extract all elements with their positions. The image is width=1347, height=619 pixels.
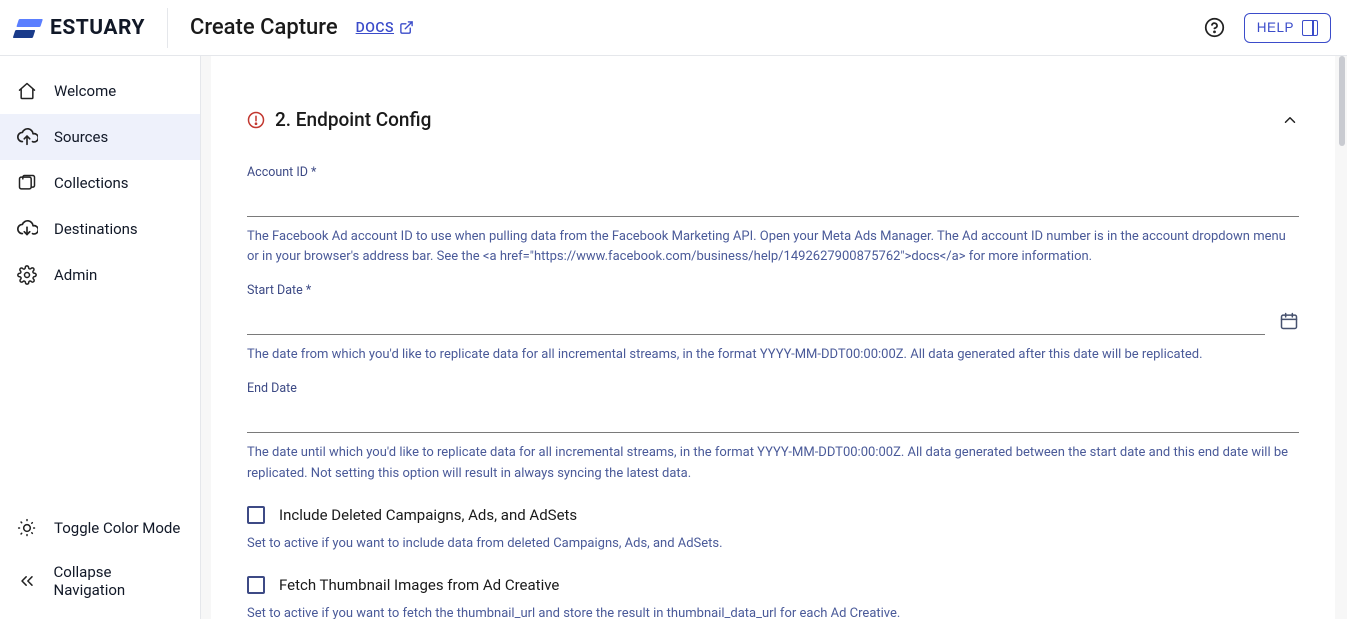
sidebar-item-label: Welcome [54,82,116,100]
include-deleted-checkbox[interactable] [247,506,265,524]
sidebar-item-admin[interactable]: Admin [0,252,200,298]
sidebar-item-destinations[interactable]: Destinations [0,206,200,252]
account-id-label: Account ID * [247,165,1299,180]
start-date-picker-button[interactable] [1279,311,1299,335]
include-deleted-help: Set to active if you want to include dat… [247,534,1299,554]
upload-cloud-icon [16,126,38,148]
help-icon-button[interactable] [1204,17,1226,39]
sidebar-item-sources[interactable]: Sources [0,114,200,160]
home-icon [16,80,38,102]
sun-icon [16,517,38,539]
scrollbar[interactable] [1339,56,1345,146]
sidebar-item-label: Destinations [54,220,138,238]
account-id-input[interactable] [247,190,1299,217]
alert-circle-icon [247,111,265,129]
end-date-help: The date until which you'd like to repli… [247,443,1299,483]
help-panel-button[interactable]: HELP [1244,13,1331,43]
sidebar-item-label: Sources [54,128,108,146]
content-card: 2. Endpoint Config Account ID * The Face… [211,56,1335,619]
logo-mark-icon [12,15,46,41]
sidebar-item-welcome[interactable]: Welcome [0,68,200,114]
start-date-input[interactable] [247,308,1265,335]
layers-icon [16,172,38,194]
docs-link[interactable]: DOCS [356,20,414,36]
end-date-input[interactable] [247,406,1299,433]
collapse-navigation[interactable]: Collapse Navigation [0,551,200,611]
sidebar: Welcome Sources Collections Destinations [0,56,201,619]
docs-link-label: DOCS [356,20,394,36]
calendar-icon [1279,311,1299,331]
account-id-help: The Facebook Ad account ID to use when p… [247,227,1299,267]
section-title: 2. Endpoint Config [275,108,1271,131]
toggle-color-mode[interactable]: Toggle Color Mode [0,505,200,551]
chevron-up-icon [1281,111,1299,129]
topbar-right: HELP [1204,13,1331,43]
end-date-label: End Date [247,381,1299,396]
content-wrap: 2. Endpoint Config Account ID * The Face… [201,56,1347,619]
question-circle-icon [1204,17,1225,38]
external-link-icon [399,20,414,35]
sidebar-item-collections[interactable]: Collections [0,160,200,206]
sidebar-item-label: Admin [54,266,97,284]
brand-logo[interactable]: ESTUARY [16,8,168,48]
download-cloud-icon [16,218,38,240]
include-deleted-label: Include Deleted Campaigns, Ads, and AdSe… [279,506,577,524]
chevrons-left-icon [16,570,38,592]
topbar: ESTUARY Create Capture DOCS HELP [0,0,1347,56]
fetch-thumbnails-label: Fetch Thumbnail Images from Ad Creative [279,576,559,594]
start-date-help: The date from which you'd like to replic… [247,345,1299,365]
help-panel-label: HELP [1257,20,1294,35]
fetch-thumbnails-help: Set to active if you want to fetch the t… [247,604,1299,619]
sidebar-item-label: Collections [54,174,129,192]
collapse-label: Collapse Navigation [54,563,184,599]
page-title: Create Capture [190,15,338,40]
toggle-color-label: Toggle Color Mode [54,519,180,537]
fetch-thumbnails-checkbox[interactable] [247,576,265,594]
start-date-label: Start Date * [247,283,1299,298]
brand-text: ESTUARY [50,16,145,40]
gear-icon [16,264,38,286]
endpoint-config-header[interactable]: 2. Endpoint Config [247,108,1299,131]
panel-icon [1302,20,1318,36]
